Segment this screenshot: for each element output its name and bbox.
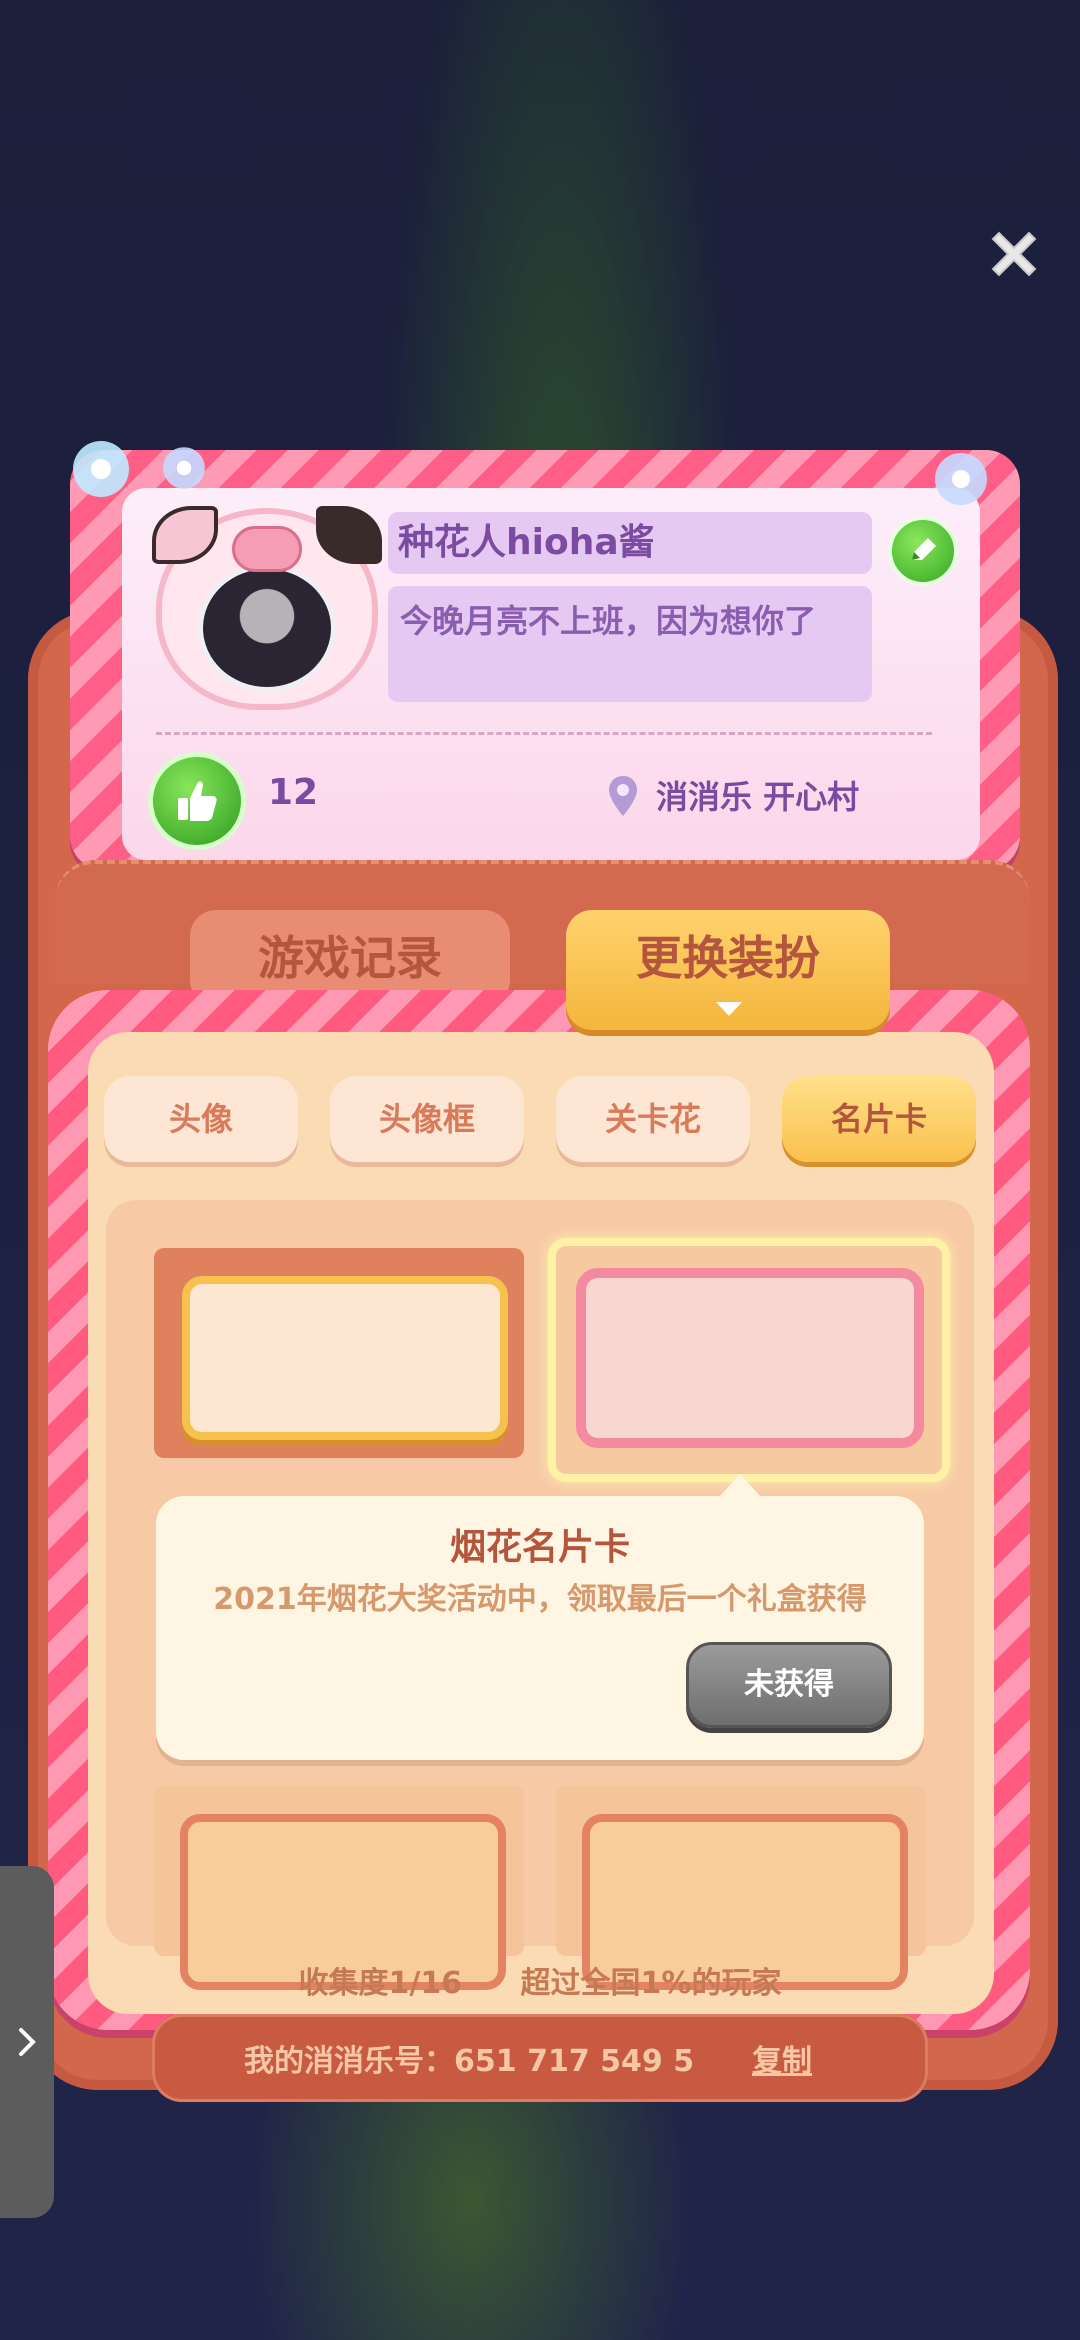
pencil-icon <box>912 538 936 560</box>
like-count: 12 <box>268 772 319 813</box>
card-option-default[interactable] <box>154 1248 524 1458</box>
tab-change-outfit-label: 更换装扮 <box>636 931 820 985</box>
subtab-avatar[interactable]: 头像 <box>104 1076 298 1162</box>
collection-stats: 收集度1/16 超过全国1%的玩家 <box>0 1958 1080 2002</box>
detail-pointer <box>718 1474 762 1498</box>
collection-progress: 收集度1/16 <box>298 1966 463 2001</box>
collection-rank: 超过全国1%的玩家 <box>520 1966 782 2001</box>
card-detail-popup: 烟花名片卡 2021年烟花大奖活动中，领取最后一个礼盒获得 未获得 <box>156 1496 924 1760</box>
card-option-coins[interactable] <box>154 1786 524 1990</box>
card-preview <box>576 1268 924 1448</box>
side-drawer-tab[interactable] <box>0 1866 54 2218</box>
copy-id-button[interactable]: 复制 <box>752 2036 812 2080</box>
player-signature: 今晚月亮不上班，因为想你了 <box>388 586 872 702</box>
avatar[interactable] <box>152 506 382 710</box>
snowflake-icon <box>73 441 129 497</box>
thumbs-up-icon <box>178 781 217 821</box>
not-obtained-button[interactable]: 未获得 <box>686 1642 892 1728</box>
pig-snout-icon <box>232 526 302 572</box>
profile-card: 种花人hioha酱 今晚月亮不上班，因为想你了 12 消消乐 开心村 <box>70 441 1020 870</box>
subtab-avatar-frame[interactable]: 头像框 <box>330 1076 524 1162</box>
card-option-lantern[interactable] <box>556 1786 926 1990</box>
like-button[interactable] <box>148 752 246 850</box>
player-id: 我的消消乐号：651 717 549 5 <box>244 2044 695 2079</box>
caret-down-icon <box>716 1002 742 1016</box>
divider <box>156 732 932 735</box>
location-text: 消消乐 开心村 <box>656 778 860 816</box>
location-pin-icon <box>609 776 637 816</box>
subtab-name-card[interactable]: 名片卡 <box>782 1076 976 1162</box>
avatar-photo <box>198 564 336 692</box>
card-preview <box>182 1276 508 1440</box>
subtab-level-flower[interactable]: 关卡花 <box>556 1076 750 1162</box>
close-button[interactable] <box>985 225 1043 283</box>
card-description: 2021年烟花大奖活动中，领取最后一个礼盒获得 <box>213 1582 867 1617</box>
snowflake-icon <box>163 447 205 489</box>
snowflake-icon <box>935 453 987 505</box>
player-name: 种花人hioha酱 <box>388 512 872 574</box>
chevron-right-icon <box>19 2028 36 2056</box>
edit-button[interactable] <box>888 516 958 586</box>
tab-change-outfit[interactable]: 更换装扮 <box>566 910 890 1030</box>
card-title: 烟花名片卡 <box>449 1527 630 1568</box>
close-icon <box>991 231 1037 277</box>
card-option-fireworks[interactable] <box>548 1238 950 1482</box>
